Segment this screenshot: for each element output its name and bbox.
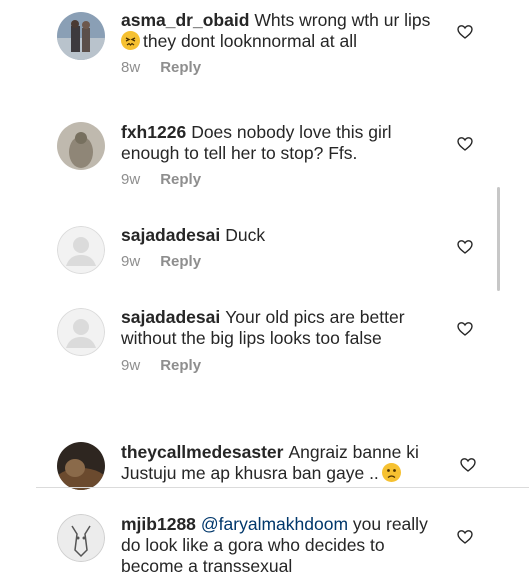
avatar[interactable] bbox=[57, 226, 105, 274]
divider bbox=[36, 487, 529, 488]
comment-username[interactable]: fxh1226 bbox=[121, 122, 186, 142]
comment-meta: 8w Reply bbox=[121, 59, 201, 76]
comment-time: 9w bbox=[121, 253, 141, 270]
comment-username[interactable]: asma_dr_obaid bbox=[121, 10, 249, 30]
like-heart-icon[interactable] bbox=[457, 529, 473, 545]
comment-text: theycallmedesaster Angraiz banne ki Justu… bbox=[121, 442, 419, 483]
reply-button[interactable]: Reply bbox=[160, 253, 201, 270]
reply-button[interactable]: Reply bbox=[160, 357, 201, 374]
reply-button[interactable]: Reply bbox=[160, 59, 201, 76]
comment-username[interactable]: sajadadesai bbox=[121, 225, 220, 245]
avatar[interactable] bbox=[57, 122, 105, 170]
scrollbar[interactable] bbox=[497, 187, 500, 291]
comment-meta: 9w Reply bbox=[121, 171, 201, 188]
like-heart-icon[interactable] bbox=[457, 136, 473, 152]
like-heart-icon[interactable] bbox=[457, 24, 473, 40]
comment-text: mjib1288 @faryalmakhdoom you really do lo… bbox=[121, 514, 428, 576]
like-heart-icon[interactable] bbox=[457, 321, 473, 337]
comment-username[interactable]: sajadadesai bbox=[121, 307, 220, 327]
avatar[interactable] bbox=[57, 442, 105, 490]
comment-meta: 9w Reply bbox=[121, 253, 201, 270]
comment-text: sajadadesai Your old pics are better with… bbox=[121, 307, 405, 348]
comment-username[interactable]: mjib1288 bbox=[121, 514, 196, 534]
comment-text: sajadadesai Duck bbox=[121, 225, 266, 245]
like-heart-icon[interactable] bbox=[460, 457, 476, 473]
avatar[interactable] bbox=[57, 12, 105, 60]
comment-time: 9w bbox=[121, 357, 141, 374]
confounded-face-emoji bbox=[121, 31, 140, 50]
avatar[interactable] bbox=[57, 308, 105, 356]
avatar[interactable] bbox=[57, 514, 105, 562]
comment-meta: 9w Reply bbox=[121, 357, 201, 374]
mention-link[interactable]: @faryalmakhdoom bbox=[201, 514, 348, 534]
comment-text: fxh1226 Does nobody love this girl enough… bbox=[121, 122, 392, 163]
comment-text: asma_dr_obaid Whts wrong wth ur lips they… bbox=[121, 10, 431, 51]
reply-button[interactable]: Reply bbox=[160, 171, 201, 188]
like-heart-icon[interactable] bbox=[457, 239, 473, 255]
comment-time: 9w bbox=[121, 171, 141, 188]
confused-face-emoji bbox=[381, 463, 401, 482]
comment-time: 8w bbox=[121, 59, 141, 76]
comment-username[interactable]: theycallmedesaster bbox=[121, 442, 283, 462]
